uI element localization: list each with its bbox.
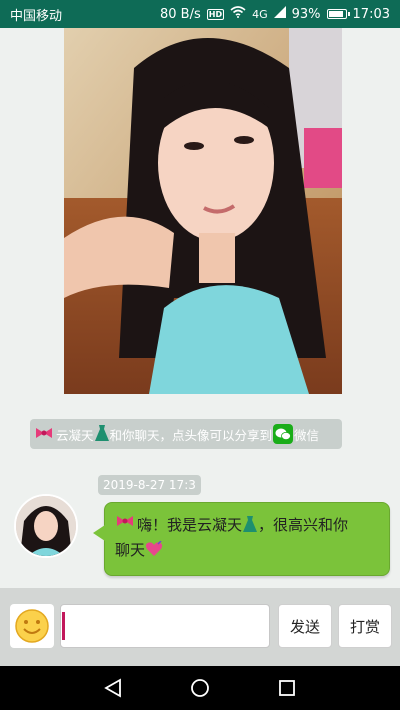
profile-photo[interactable] (64, 28, 342, 394)
notice-name: 云凝天 (56, 427, 94, 443)
input-bar: 发送 打赏 (0, 588, 400, 666)
home-icon[interactable] (190, 678, 210, 698)
emoji-button[interactable] (10, 604, 54, 648)
chat-area: 云凝天 和你聊天，点头像可以分享到 微信 2019-8-27 17:3 嗨！我是… (0, 28, 400, 588)
battery-percent: 93% (291, 6, 321, 22)
dress-emoji-icon (242, 516, 258, 534)
wifi-icon (230, 6, 246, 22)
network-type: 4G (252, 7, 268, 21)
ribbon-emoji-icon (34, 426, 54, 442)
reward-button[interactable]: 打赏 (338, 604, 392, 648)
avatar[interactable] (14, 494, 78, 558)
network-speed: 80 B/s (160, 6, 201, 22)
back-icon[interactable] (103, 678, 123, 698)
input-cursor (62, 612, 65, 640)
ribbon-emoji-icon (115, 513, 135, 529)
recents-icon[interactable] (277, 678, 297, 698)
message-text-part2: ，很高兴和你 (258, 516, 349, 534)
heart-emoji-icon (145, 540, 163, 559)
wechat-icon (273, 424, 294, 444)
status-bar: 中国移动 80 B/s HD 4G 93% 17:03 (0, 0, 400, 28)
status-icons: 80 B/s HD 4G 93% 17:03 (160, 6, 390, 22)
dress-emoji-icon (94, 424, 110, 445)
message-bubble: 嗨！我是云凝天 ，很高兴和你 聊天 (93, 502, 390, 576)
clock: 17:03 (352, 6, 390, 22)
carrier-name: 中国移动 (10, 8, 63, 24)
message-timestamp: 2019-8-27 17:3 (98, 475, 201, 495)
notice-wechat-label: 微信 (294, 427, 320, 443)
message-input[interactable] (60, 604, 270, 648)
send-button[interactable]: 发送 (278, 604, 332, 648)
hd-badge: HD (206, 8, 225, 20)
battery-icon (326, 9, 350, 19)
signal-icon (273, 6, 286, 22)
navigation-bar (0, 666, 400, 710)
message-text-part3: 聊天 (115, 541, 146, 559)
share-notice: 云凝天 和你聊天，点头像可以分享到 微信 (30, 419, 342, 449)
message-text-part1: 嗨！我是云凝天 (137, 516, 243, 534)
smiley-icon (15, 609, 49, 643)
notice-text: 和你聊天，点头像可以分享到 (109, 427, 273, 443)
